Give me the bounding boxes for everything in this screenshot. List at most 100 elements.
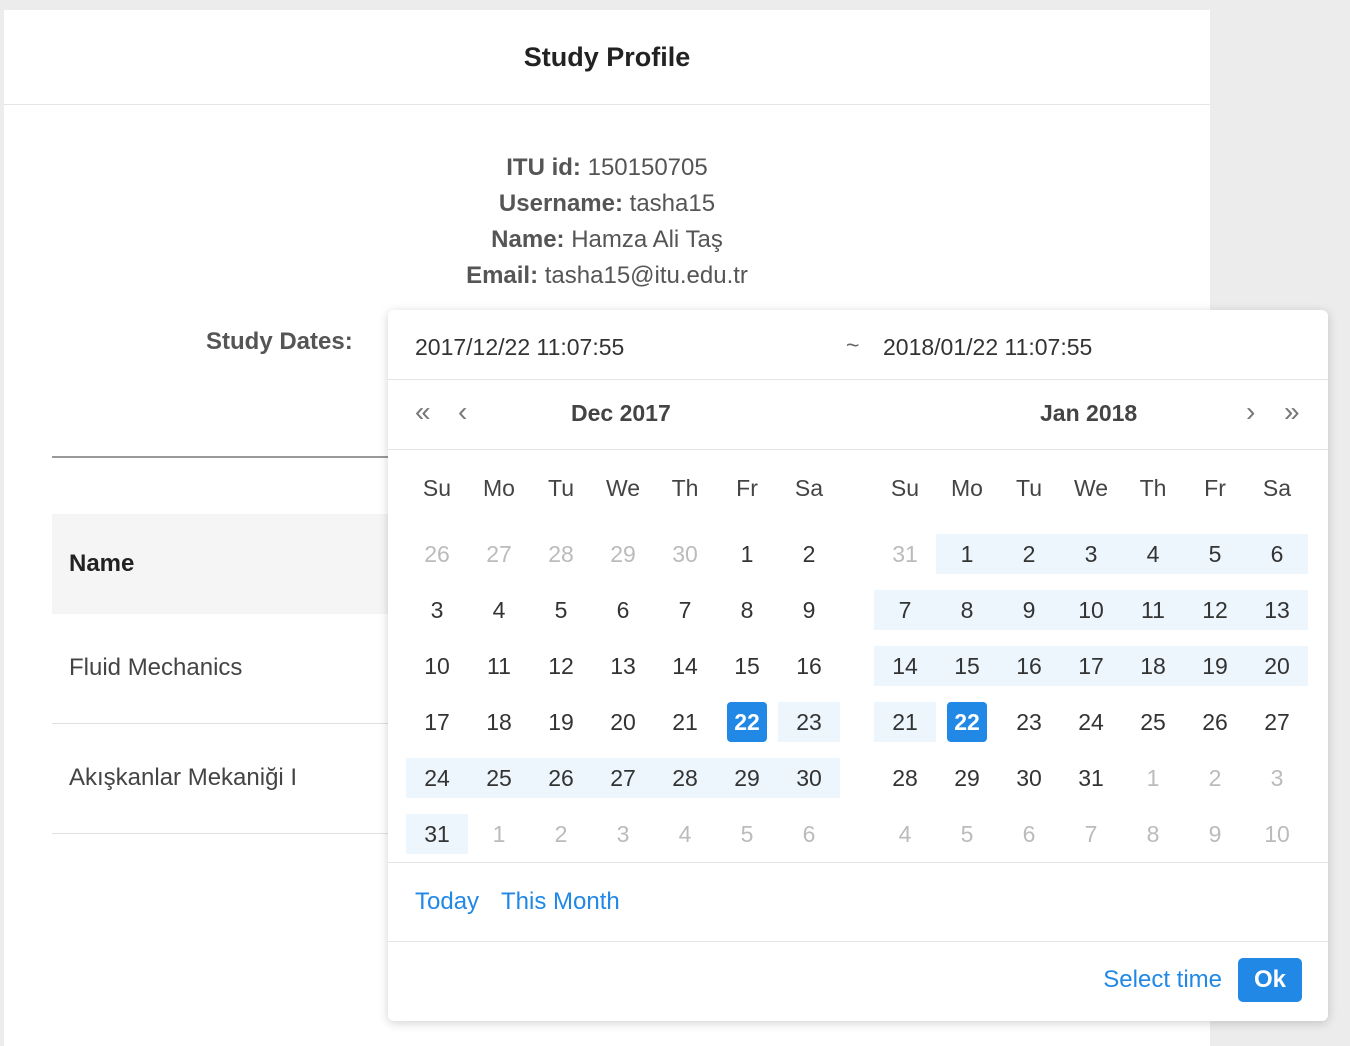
day-cell[interactable]: 4 — [874, 814, 936, 854]
day-cell[interactable]: 5 — [716, 814, 778, 854]
day-cell[interactable]: 25 — [1122, 702, 1184, 742]
day-cell[interactable]: 4 — [1122, 534, 1184, 574]
selected-day-cell[interactable]: 22 — [936, 702, 998, 742]
day-cell[interactable]: 19 — [1184, 646, 1246, 686]
day-cell[interactable]: 18 — [468, 702, 530, 742]
day-cell[interactable]: 3 — [406, 590, 468, 630]
day-cell[interactable]: 9 — [778, 590, 840, 630]
ok-button[interactable]: Ok — [1238, 958, 1302, 1002]
day-cell[interactable]: 14 — [654, 646, 716, 686]
day-cell[interactable]: 2 — [998, 534, 1060, 574]
day-cell[interactable]: 1 — [716, 534, 778, 574]
day-cell[interactable]: 31 — [1060, 758, 1122, 798]
select-time-link[interactable]: Select time — [1103, 966, 1222, 994]
day-cell[interactable]: 6 — [592, 590, 654, 630]
today-link[interactable]: Today — [415, 888, 479, 916]
day-cell[interactable]: 5 — [936, 814, 998, 854]
day-cell[interactable]: 29 — [592, 534, 654, 574]
day-cell[interactable]: 29 — [936, 758, 998, 798]
next-month-icon[interactable]: › — [1246, 396, 1255, 428]
day-cell[interactable]: 20 — [592, 702, 654, 742]
day-cell[interactable]: 31 — [874, 534, 936, 574]
day-cell[interactable]: 6 — [998, 814, 1060, 854]
day-cell[interactable]: 17 — [406, 702, 468, 742]
day-cell[interactable]: 29 — [716, 758, 778, 798]
day-cell[interactable]: 18 — [1122, 646, 1184, 686]
day-cell[interactable]: 15 — [716, 646, 778, 686]
day-cell[interactable]: 24 — [1060, 702, 1122, 742]
day-cell[interactable]: 14 — [874, 646, 936, 686]
day-cell[interactable]: 1 — [468, 814, 530, 854]
day-cell[interactable]: 9 — [1184, 814, 1246, 854]
day-cell[interactable]: 6 — [778, 814, 840, 854]
day-cell[interactable]: 10 — [1060, 590, 1122, 630]
day-cell[interactable]: 31 — [406, 814, 468, 854]
day-number: 20 — [610, 708, 636, 735]
day-cell[interactable]: 1 — [1122, 758, 1184, 798]
day-cell[interactable]: 13 — [592, 646, 654, 686]
day-cell[interactable]: 11 — [468, 646, 530, 686]
day-cell[interactable]: 4 — [468, 590, 530, 630]
day-cell[interactable]: 10 — [406, 646, 468, 686]
day-cell[interactable]: 27 — [592, 758, 654, 798]
day-cell[interactable]: 30 — [998, 758, 1060, 798]
day-cell[interactable]: 21 — [654, 702, 716, 742]
day-cell[interactable]: 15 — [936, 646, 998, 686]
day-cell[interactable]: 21 — [874, 702, 936, 742]
day-cell[interactable]: 28 — [654, 758, 716, 798]
this-month-link[interactable]: This Month — [501, 888, 620, 916]
day-cell[interactable]: 24 — [406, 758, 468, 798]
table-row[interactable]: Akışkanlar Mekaniği I — [52, 724, 392, 834]
selected-day-cell[interactable]: 22 — [716, 702, 778, 742]
weekday-label: Fr — [1204, 474, 1226, 501]
day-cell[interactable]: 1 — [936, 534, 998, 574]
end-date-input[interactable]: 2018/01/22 11:07:55 — [883, 334, 1092, 361]
day-cell[interactable]: 23 — [778, 702, 840, 742]
day-cell[interactable]: 12 — [530, 646, 592, 686]
day-cell[interactable]: 8 — [716, 590, 778, 630]
day-cell[interactable]: 9 — [998, 590, 1060, 630]
day-cell[interactable]: 16 — [778, 646, 840, 686]
day-cell[interactable]: 3 — [1246, 758, 1308, 798]
day-cell[interactable]: 30 — [654, 534, 716, 574]
prev-month-icon[interactable]: ‹ — [458, 396, 467, 428]
start-date-input[interactable]: 2017/12/22 11:07:55 — [415, 334, 624, 361]
day-cell[interactable]: 2 — [778, 534, 840, 574]
day-cell[interactable]: 4 — [654, 814, 716, 854]
day-cell[interactable]: 11 — [1122, 590, 1184, 630]
day-cell[interactable]: 8 — [1122, 814, 1184, 854]
day-cell[interactable]: 26 — [406, 534, 468, 574]
day-cell[interactable]: 7 — [874, 590, 936, 630]
day-cell[interactable]: 30 — [778, 758, 840, 798]
left-month-title[interactable]: Dec 2017 — [571, 400, 671, 427]
day-cell[interactable]: 20 — [1246, 646, 1308, 686]
day-cell[interactable]: 8 — [936, 590, 998, 630]
day-cell[interactable]: 25 — [468, 758, 530, 798]
next-year-icon[interactable]: » — [1284, 396, 1300, 428]
day-cell[interactable]: 27 — [1246, 702, 1308, 742]
day-cell[interactable]: 27 — [468, 534, 530, 574]
day-cell[interactable]: 26 — [1184, 702, 1246, 742]
day-cell[interactable]: 16 — [998, 646, 1060, 686]
day-cell[interactable]: 5 — [1184, 534, 1246, 574]
day-cell[interactable]: 2 — [1184, 758, 1246, 798]
day-cell[interactable]: 10 — [1246, 814, 1308, 854]
day-cell[interactable]: 7 — [1060, 814, 1122, 854]
day-cell[interactable]: 2 — [530, 814, 592, 854]
day-cell[interactable]: 13 — [1246, 590, 1308, 630]
day-cell[interactable]: 5 — [530, 590, 592, 630]
day-cell[interactable]: 3 — [592, 814, 654, 854]
day-cell[interactable]: 3 — [1060, 534, 1122, 574]
table-row[interactable]: Fluid Mechanics — [52, 614, 392, 724]
day-cell[interactable]: 28 — [874, 758, 936, 798]
day-cell[interactable]: 28 — [530, 534, 592, 574]
day-cell[interactable]: 19 — [530, 702, 592, 742]
day-cell[interactable]: 7 — [654, 590, 716, 630]
day-cell[interactable]: 23 — [998, 702, 1060, 742]
day-cell[interactable]: 6 — [1246, 534, 1308, 574]
day-cell[interactable]: 26 — [530, 758, 592, 798]
right-month-title[interactable]: Jan 2018 — [1040, 400, 1137, 427]
day-cell[interactable]: 17 — [1060, 646, 1122, 686]
prev-year-icon[interactable]: « — [415, 396, 431, 428]
day-cell[interactable]: 12 — [1184, 590, 1246, 630]
